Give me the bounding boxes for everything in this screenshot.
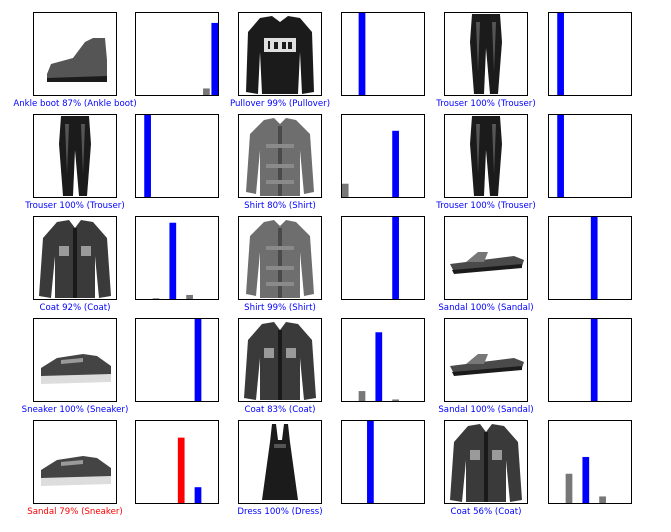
bar-coat (582, 456, 590, 504)
probability-bar-chart (548, 420, 632, 504)
bar-dress (367, 420, 374, 504)
probability-bar-chart (548, 12, 632, 96)
bar-sandal (177, 437, 185, 504)
bar-trouser (557, 12, 564, 96)
probability-bar-chart (135, 216, 219, 300)
prediction-caption: Shirt 99% (Shirt) (244, 303, 316, 313)
bar-trouser (144, 114, 151, 198)
shirt-image-shape (278, 126, 282, 196)
pullover-image-shape (246, 16, 314, 94)
bar-bag (203, 88, 210, 96)
dress-image-shape (274, 444, 286, 448)
plot-area (341, 420, 425, 504)
prediction-caption: Coat 83% (Coat) (244, 405, 315, 415)
bar-sandal (590, 216, 598, 300)
prediction-caption: Trouser 100% (Trouser) (435, 201, 535, 211)
plot-area (548, 318, 632, 402)
image-panel: Shirt 99% (Shirt) (238, 216, 322, 313)
prediction-caption: Sandal 100% (Sandal) (438, 303, 533, 313)
shirt-image (246, 220, 314, 298)
prediction-caption: Sandal 100% (Sandal) (438, 405, 533, 415)
image-panel: Trouser 100% (Trouser) (435, 114, 536, 211)
image-panel: Pullover 99% (Pullover) (230, 12, 330, 109)
bar-sneaker (194, 318, 202, 402)
bar-t-shirt-top (341, 183, 349, 198)
prediction-caption: Sandal 79% (Sneaker) (27, 507, 123, 517)
bar-pullover (358, 12, 366, 97)
prediction-caption: Trouser 100% (Trouser) (435, 99, 535, 109)
bar-ankle-boot (211, 22, 219, 97)
probability-bar-chart (135, 114, 219, 198)
prediction-caption: Shirt 80% (Shirt) (244, 201, 316, 211)
probability-bar-chart (548, 114, 632, 198)
bar-trouser (557, 114, 564, 198)
prediction-caption: Ankle boot 87% (Ankle boot) (13, 99, 136, 109)
prediction-caption: Dress 100% (Dress) (237, 507, 322, 517)
coat-image (244, 322, 316, 400)
plot-area (341, 216, 425, 300)
coat-image (39, 220, 111, 298)
prediction-grid-figure: Ankle boot 87% (Ankle boot) Pullover 99% … (13, 12, 632, 517)
bar-sneaker (194, 487, 202, 504)
probability-bar-chart (341, 114, 425, 198)
prediction-caption: Pullover 99% (Pullover) (230, 99, 330, 109)
image-panel: Sandal 100% (Sandal) (438, 318, 534, 415)
bar-sandal (590, 318, 598, 402)
image-panel: Sneaker 100% (Sneaker) (22, 318, 129, 415)
plot-area (548, 420, 632, 504)
bar-pullover (565, 473, 573, 504)
image-panel: Shirt 80% (Shirt) (238, 114, 322, 211)
image-panel: Trouser 100% (Trouser) (435, 12, 536, 109)
probability-bar-chart (135, 420, 219, 504)
bar-pullover (358, 391, 366, 402)
bar-coat (375, 332, 383, 402)
bar-coat (169, 222, 177, 300)
probability-bar-chart (135, 12, 219, 97)
shirt-image (246, 118, 314, 196)
image-panel: Sandal 100% (Sandal) (438, 216, 534, 313)
plot-area (341, 114, 425, 198)
probability-bar-chart (548, 318, 632, 402)
bar-shirt (599, 496, 606, 504)
coat-image-shape (278, 330, 282, 400)
image-panel: Coat 83% (Coat) (238, 318, 322, 415)
probability-bar-chart (548, 216, 632, 300)
image-panel: Coat 56% (Coat) (444, 420, 528, 517)
bar-shirt (392, 216, 399, 300)
coat-image-shape (73, 228, 77, 298)
bar-shirt (392, 130, 399, 198)
prediction-caption: Coat 92% (Coat) (39, 303, 110, 313)
image-panel: Dress 100% (Dress) (237, 420, 323, 517)
image-panel: Sandal 79% (Sneaker) (27, 420, 123, 517)
plot-area (135, 216, 219, 300)
plot-area (135, 12, 219, 96)
plot-area (548, 216, 632, 300)
prediction-caption: Trouser 100% (Trouser) (24, 201, 124, 211)
probability-bar-chart (341, 216, 425, 300)
pullover-image (246, 16, 314, 94)
probability-bar-chart (341, 12, 425, 97)
probability-bar-chart (341, 420, 425, 504)
prediction-caption: Sneaker 100% (Sneaker) (22, 405, 129, 415)
plot-area (341, 12, 425, 96)
plot-area (135, 318, 219, 402)
prediction-caption: Coat 56% (Coat) (450, 507, 521, 517)
image-panel: Coat 92% (Coat) (33, 216, 117, 313)
image-panel: Ankle boot 87% (Ankle boot) (13, 12, 137, 109)
probability-bar-chart (341, 318, 425, 402)
shirt-image-shape (278, 228, 282, 298)
plot-area (341, 318, 425, 402)
coat-image (450, 424, 522, 502)
probability-bar-chart (135, 318, 219, 402)
image-panel: Trouser 100% (Trouser) (24, 114, 125, 211)
coat-image-shape (484, 432, 488, 502)
plot-area (135, 420, 219, 504)
